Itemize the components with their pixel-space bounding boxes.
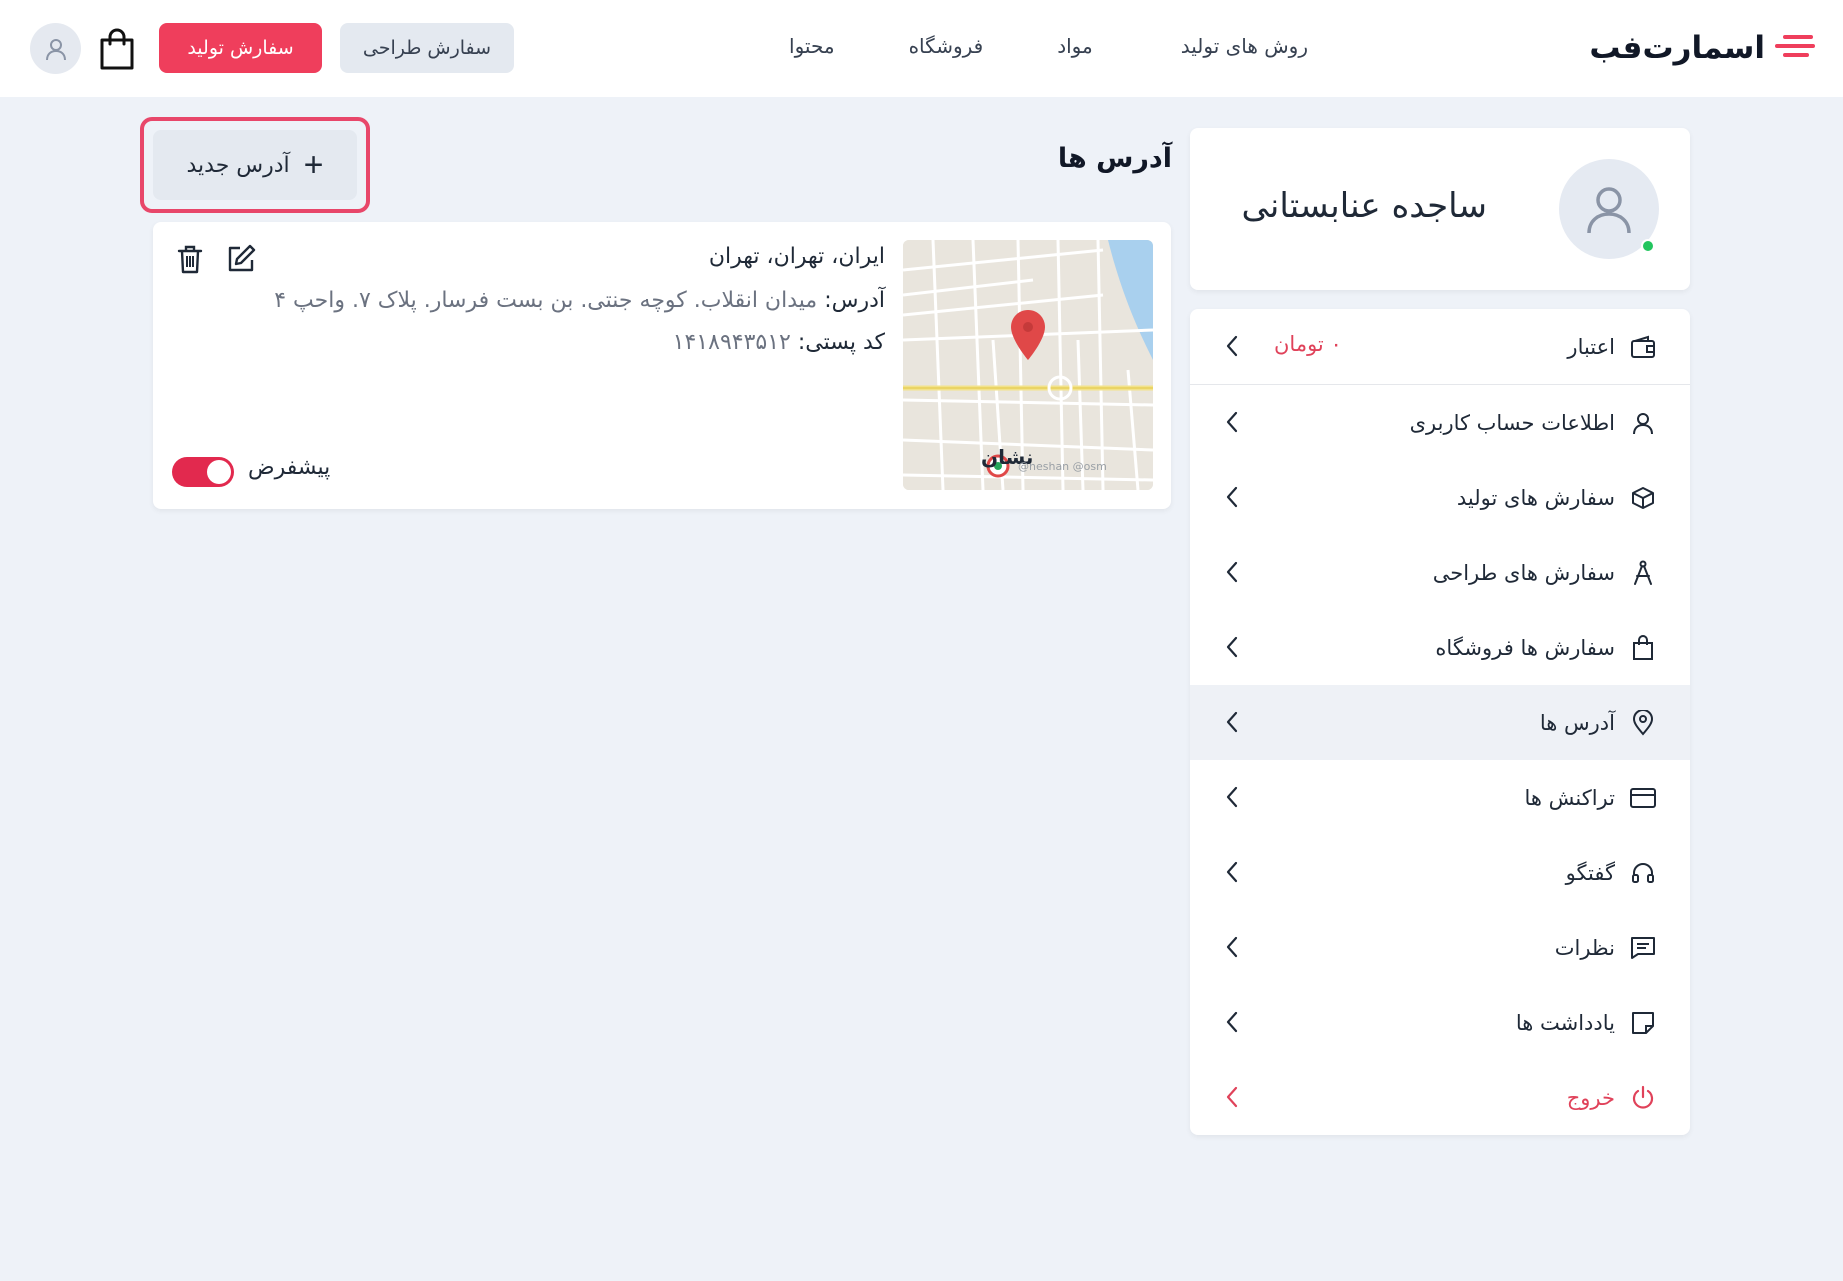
top-header: اسمارت‌فب روش های تولید مواد فروشگاه محت…: [0, 0, 1843, 97]
nav-production-methods[interactable]: روش های تولید: [1181, 30, 1308, 62]
menu-item-account-info[interactable]: اطلاعات حساب کاربری: [1190, 385, 1690, 460]
location-pin-icon: [1629, 709, 1657, 737]
note-icon: [1629, 1009, 1657, 1037]
menu-item-label: نظرات: [1554, 935, 1615, 960]
chevron-left-icon: [1226, 335, 1238, 357]
menu-item-label: سفارش های تولید: [1456, 485, 1615, 510]
logo[interactable]: اسمارت‌فب: [1589, 24, 1817, 72]
default-toggle[interactable]: [172, 457, 234, 487]
postal-label: کد پستی:: [797, 330, 885, 355]
address-label: آدرس:: [824, 288, 885, 313]
postal-code: کد پستی: ۱۴۱۸۹۴۳۵۱۲: [673, 330, 885, 355]
menu-item-label: گفتگو: [1565, 860, 1615, 885]
comment-icon: [1629, 934, 1657, 962]
menu-item-shop-orders[interactable]: سفارش ها فروشگاه: [1190, 610, 1690, 685]
shopping-bag-icon[interactable]: [98, 28, 136, 70]
toggle-knob: [207, 460, 231, 484]
menu-item-credit[interactable]: اعتبار ۰ تومان: [1190, 309, 1690, 384]
chevron-left-icon: [1226, 411, 1238, 433]
menu-item-notes[interactable]: یادداشت ها: [1190, 985, 1690, 1060]
menu-item-addresses[interactable]: آدرس ها: [1190, 685, 1690, 760]
plus-icon: +: [303, 146, 324, 184]
user-icon: [1629, 409, 1657, 437]
main-nav: روش های تولید مواد فروشگاه محتوا: [789, 30, 1308, 62]
trash-icon[interactable]: [176, 244, 204, 274]
menu-item-label: آدرس ها: [1539, 710, 1615, 735]
credit-card-icon: [1629, 784, 1657, 812]
headset-icon: [1629, 859, 1657, 887]
chevron-left-icon: [1226, 636, 1238, 658]
menu-item-label: خروج: [1566, 1085, 1615, 1110]
menu-item-label: اعتبار: [1567, 334, 1615, 359]
chevron-left-icon: [1226, 711, 1238, 733]
profile-avatar: [1559, 159, 1659, 259]
menu-item-label: اطلاعات حساب کاربری: [1409, 410, 1615, 435]
chevron-left-icon: [1226, 1011, 1238, 1033]
chevron-left-icon: [1226, 861, 1238, 883]
page-title: آدرس ها: [1057, 143, 1172, 174]
design-order-button[interactable]: سفارش طراحی: [340, 23, 514, 73]
menu-item-label: تراکنش ها: [1524, 785, 1615, 810]
nav-materials[interactable]: مواد: [1057, 30, 1093, 62]
wallet-icon: [1629, 333, 1657, 361]
user-avatar[interactable]: [30, 23, 81, 74]
address-map[interactable]: نشان @neshan @osm: [903, 240, 1153, 490]
menu-item-production-orders[interactable]: سفارش های تولید: [1190, 460, 1690, 535]
user-icon: [45, 38, 66, 60]
menu-item-label: سفارش ها فروشگاه: [1435, 635, 1615, 660]
chevron-left-icon: [1226, 486, 1238, 508]
credit-balance: ۰ تومان: [1274, 332, 1342, 356]
menu-item-transactions[interactable]: تراکنش ها: [1190, 760, 1690, 835]
profile-card: ساجده عنابستانی: [1190, 128, 1690, 290]
compass-icon: [1629, 559, 1657, 587]
menu-item-design-orders[interactable]: سفارش های طراحی: [1190, 535, 1690, 610]
chevron-left-icon: [1226, 1086, 1238, 1108]
power-icon: [1629, 1084, 1657, 1112]
menu-item-comments[interactable]: نظرات: [1190, 910, 1690, 985]
production-order-button[interactable]: سفارش تولید: [159, 23, 322, 73]
chevron-left-icon: [1226, 936, 1238, 958]
profile-name: ساجده عنابستانی: [1241, 186, 1487, 226]
address-city: ایران، تهران، تهران: [708, 244, 885, 269]
user-icon: [1587, 187, 1631, 234]
box-icon: [1629, 484, 1657, 512]
menu-item-chat[interactable]: گفتگو: [1190, 835, 1690, 910]
account-menu: اعتبار ۰ تومان اطلاعات حساب کاربری سفارش…: [1190, 309, 1690, 1135]
chevron-left-icon: [1226, 786, 1238, 808]
chevron-left-icon: [1226, 561, 1238, 583]
address-line: آدرس: میدان انقلاب. کوچه جنتی. بن بست فر…: [274, 288, 885, 313]
online-status-dot: [1641, 239, 1655, 253]
shopping-bag-icon: [1629, 634, 1657, 662]
address-card: نشان @neshan @osm ایران، تهران، تهران آد…: [153, 222, 1171, 509]
logo-text: اسمارت‌فب: [1589, 30, 1766, 66]
new-address-button[interactable]: + آدرس جدید: [153, 130, 357, 200]
map-image: نشان @neshan @osm: [903, 240, 1153, 490]
default-label: پیشفرض: [248, 455, 331, 480]
new-address-label: آدرس جدید: [186, 152, 290, 178]
logo-mark-icon: [1775, 35, 1815, 57]
nav-content[interactable]: محتوا: [789, 30, 835, 62]
address-value: میدان انقلاب. کوچه جنتی. بن بست فرسار. پ…: [274, 288, 818, 313]
menu-item-logout[interactable]: خروج: [1190, 1060, 1690, 1135]
map-credit: @neshan @osm: [1018, 460, 1107, 473]
menu-item-label: یادداشت ها: [1515, 1010, 1615, 1035]
menu-item-label: سفارش های طراحی: [1432, 560, 1615, 585]
nav-shop[interactable]: فروشگاه: [909, 30, 984, 62]
postal-value: ۱۴۱۸۹۴۳۵۱۲: [672, 330, 791, 355]
edit-icon[interactable]: [226, 244, 256, 274]
